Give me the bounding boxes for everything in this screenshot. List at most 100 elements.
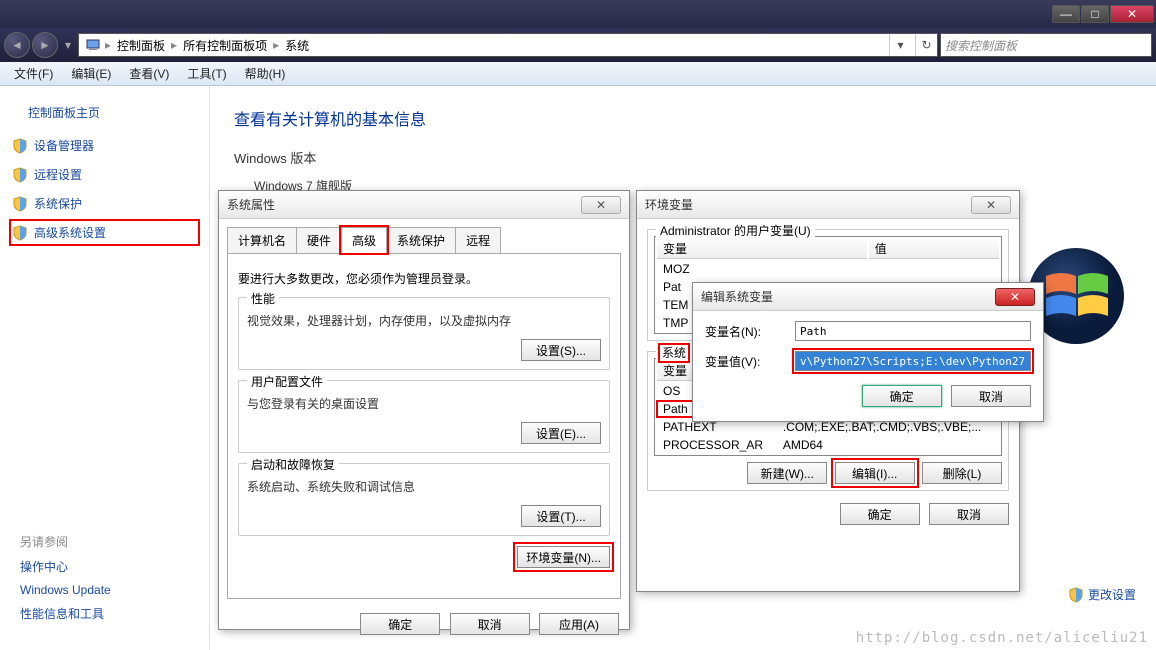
address-bar[interactable]: ▸ 控制面板 ▸ 所有控制面板项 ▸ 系统 ▾ ↻: [78, 33, 938, 57]
var-name-label: 变量名(N):: [705, 323, 785, 340]
shield-icon: [12, 138, 28, 154]
minimize-button[interactable]: —: [1052, 5, 1080, 23]
cancel-button[interactable]: 取消: [929, 503, 1009, 525]
dialog-close-button[interactable]: ✕: [971, 196, 1011, 214]
system-properties-dialog: 系统属性 ✕ 计算机名 硬件 高级 系统保护 远程 要进行大多数更改，您必须作为…: [218, 190, 630, 630]
chevron-right-icon: ▸: [273, 38, 279, 52]
search-input[interactable]: 搜索控制面板: [940, 33, 1152, 57]
group-desc: 与您登录有关的桌面设置: [247, 395, 601, 412]
section-windows-edition: Windows 版本: [234, 148, 1132, 167]
dialog-close-button[interactable]: ✕: [581, 196, 621, 214]
sidebar-item-label: 远程设置: [34, 166, 82, 183]
maximize-button[interactable]: □: [1081, 5, 1109, 23]
ok-button[interactable]: 确定: [840, 503, 920, 525]
ok-button[interactable]: 确定: [360, 613, 440, 635]
sidebar-item-remote[interactable]: 远程设置: [10, 162, 199, 187]
window-titlebar: — □ ✕: [0, 0, 1156, 28]
system-vars-buttons: 新建(W)... 编辑(I)... 删除(L): [654, 462, 1002, 484]
group-desc: 视觉效果，处理器计划，内存使用，以及虚拟内存: [247, 312, 601, 329]
envvars-buttons: 确定 取消: [647, 501, 1009, 527]
admin-warning: 要进行大多数更改，您必须作为管理员登录。: [238, 270, 610, 287]
crumb-all-items[interactable]: 所有控制面板项: [181, 37, 269, 54]
menu-edit[interactable]: 编辑(E): [71, 65, 111, 82]
watermark: http://blog.csdn.net/aliceliu21: [856, 630, 1148, 646]
menu-help[interactable]: 帮助(H): [245, 65, 286, 82]
new-button[interactable]: 新建(W)...: [747, 462, 827, 484]
group-desc: 系统启动、系统失败和调试信息: [247, 478, 601, 495]
link-action-center[interactable]: 操作中心: [20, 558, 111, 575]
shield-icon: [1068, 587, 1084, 603]
refresh-button[interactable]: ↻: [915, 34, 937, 56]
apply-button[interactable]: 应用(A): [539, 613, 619, 635]
change-settings-link[interactable]: 更改设置: [1068, 586, 1136, 603]
delete-button[interactable]: 删除(L): [922, 462, 1002, 484]
sidebar-item-label: 系统保护: [34, 195, 82, 212]
cancel-button[interactable]: 取消: [951, 385, 1031, 407]
dialog-title: 系统属性: [227, 196, 581, 213]
menu-file[interactable]: 文件(F): [14, 65, 53, 82]
shield-icon: [12, 196, 28, 212]
menu-tools[interactable]: 工具(T): [187, 65, 226, 82]
sidebar-item-device-manager[interactable]: 设备管理器: [10, 133, 199, 158]
col-variable[interactable]: 变量: [657, 239, 867, 259]
edit-var-dialog: 编辑系统变量 ✕ 变量名(N): 变量值(V): 确定 取消: [692, 282, 1044, 422]
sysprops-titlebar[interactable]: 系统属性 ✕: [219, 191, 629, 219]
group-title: 启动和故障恢复: [247, 456, 339, 473]
tab-computer-name[interactable]: 计算机名: [227, 227, 297, 253]
ok-button[interactable]: 确定: [862, 385, 942, 407]
table-row[interactable]: MOZ: [657, 261, 999, 277]
col-value[interactable]: 值: [869, 239, 999, 259]
sidebar-item-protection[interactable]: 系统保护: [10, 191, 199, 216]
group-startup-recovery: 启动和故障恢复 系统启动、系统失败和调试信息 设置(T)...: [238, 463, 610, 536]
profile-settings-button[interactable]: 设置(E)...: [521, 422, 601, 444]
table-row[interactable]: PROCESSOR_ARAMD64: [657, 437, 999, 453]
link-windows-update[interactable]: Windows Update: [20, 583, 111, 597]
tab-hardware[interactable]: 硬件: [296, 227, 342, 253]
var-name-input[interactable]: [795, 321, 1031, 341]
edit-button[interactable]: 编辑(I)...: [835, 462, 915, 484]
group-user-profile: 用户配置文件 与您登录有关的桌面设置 设置(E)...: [238, 380, 610, 453]
sysprops-buttons: 确定 取消 应用(A): [219, 607, 629, 641]
group-title: 用户配置文件: [247, 373, 327, 390]
sidebar-footer: 另请参阅 操作中心 Windows Update 性能信息和工具: [20, 533, 111, 630]
sidebar-item-advanced[interactable]: 高级系统设置: [10, 220, 199, 245]
close-icon: ✕: [1127, 7, 1137, 21]
var-value-input[interactable]: [795, 351, 1031, 371]
search-placeholder: 搜索控制面板: [945, 37, 1017, 54]
sidebar-heading[interactable]: 控制面板主页: [28, 104, 199, 121]
perf-settings-button[interactable]: 设置(S)...: [521, 339, 601, 361]
group-title: Administrator 的用户变量(U): [656, 222, 815, 239]
crumb-system[interactable]: 系统: [283, 37, 311, 54]
env-vars-button[interactable]: 环境变量(N)...: [517, 546, 610, 568]
chevron-right-icon: ▸: [105, 38, 111, 52]
system-label-highlighted: 系统: [660, 345, 688, 361]
tab-remote[interactable]: 远程: [455, 227, 501, 253]
dialog-title: 环境变量: [645, 196, 971, 213]
minimize-icon: —: [1060, 7, 1072, 21]
link-perf-info[interactable]: 性能信息和工具: [20, 605, 111, 622]
tab-advanced[interactable]: 高级: [341, 227, 387, 253]
editvar-titlebar[interactable]: 编辑系统变量 ✕: [693, 283, 1043, 311]
address-dropdown[interactable]: ▾: [889, 34, 911, 56]
crumb-control-panel[interactable]: 控制面板: [115, 37, 167, 54]
sidebar-item-label: 设备管理器: [34, 137, 94, 154]
sysprops-tab-body: 要进行大多数更改，您必须作为管理员登录。 性能 视觉效果，处理器计划，内存使用，…: [227, 253, 621, 599]
dialog-close-button[interactable]: ✕: [995, 288, 1035, 306]
sidebar-item-label: 高级系统设置: [34, 224, 106, 241]
tab-protection[interactable]: 系统保护: [386, 227, 456, 253]
close-button[interactable]: ✕: [1110, 5, 1154, 23]
envvars-titlebar[interactable]: 环境变量 ✕: [637, 191, 1019, 219]
forward-button[interactable]: ►: [32, 32, 58, 58]
group-title: 性能: [247, 290, 279, 307]
menu-bar: 文件(F) 编辑(E) 查看(V) 工具(T) 帮助(H): [0, 62, 1156, 86]
maximize-icon: □: [1091, 7, 1098, 21]
menu-view[interactable]: 查看(V): [129, 65, 169, 82]
back-button[interactable]: ◄: [4, 32, 30, 58]
shield-icon: [12, 225, 28, 241]
var-name-row: 变量名(N):: [705, 321, 1031, 341]
cancel-button[interactable]: 取消: [450, 613, 530, 635]
group-title: 系统: [656, 344, 692, 361]
var-value-label: 变量值(V):: [705, 353, 785, 370]
history-dropdown[interactable]: ▾: [60, 38, 76, 52]
startup-settings-button[interactable]: 设置(T)...: [521, 505, 601, 527]
